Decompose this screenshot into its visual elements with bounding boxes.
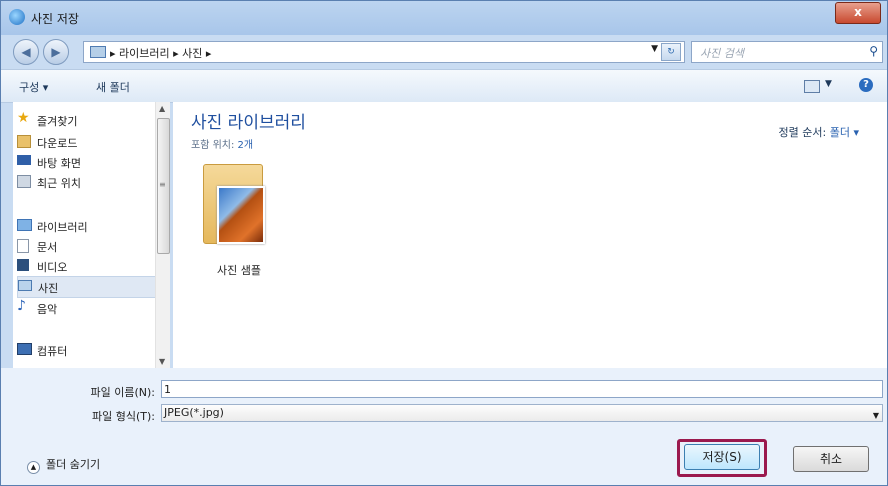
view-dropdown-icon[interactable]: ▼ (825, 79, 832, 89)
folder-item[interactable] (201, 158, 275, 250)
navigation-scrollbar[interactable]: ▲ ≡ ▼ (155, 102, 170, 368)
sidebar-item-libraries[interactable]: 라이브러리 (17, 216, 155, 236)
sidebar-item-label: 다운로드 (37, 137, 78, 150)
pictures-icon (18, 280, 32, 291)
ie-icon (9, 9, 25, 25)
save-button-highlight (677, 439, 767, 477)
view-options-icon[interactable] (804, 80, 820, 93)
scroll-up-icon[interactable]: ▲ (159, 104, 165, 113)
sidebar-item-label: 비디오 (37, 261, 68, 274)
save-form: 파일 이름(N): 1 파일 형식(T): JPEG(*.jpg) ▼ ▲ 폴더 … (1, 368, 887, 485)
toolbar: 구성 ▾ 새 폴더 ▼ ? (1, 69, 887, 103)
address-dropdown-icon[interactable]: ▼ (651, 44, 658, 54)
sidebar-item-music[interactable]: ♪ 음악 (17, 298, 155, 318)
library-icon (17, 219, 32, 231)
desktop-icon (17, 155, 31, 165)
music-icon: ♪ (17, 298, 26, 314)
sidebar-item-documents[interactable]: 문서 (17, 236, 155, 256)
sidebar-item-label: 음악 (37, 303, 58, 316)
new-folder-button[interactable]: 새 폴더 (96, 79, 130, 95)
collapse-icon: ▲ (27, 461, 40, 474)
sort-control: 정렬 순서: 폴더 ▾ (779, 124, 859, 140)
search-placeholder: 사진 검색 (700, 47, 744, 60)
sidebar-item-favorites[interactable]: ★ 즐겨찾기 (17, 110, 155, 130)
breadcrumb-pictures[interactable]: 사진 (182, 47, 202, 60)
search-icon[interactable]: ⚲ (869, 44, 878, 58)
folder-label[interactable]: 사진 샘플 (187, 262, 291, 278)
document-icon (17, 239, 29, 253)
address-bar[interactable]: ▸ 라이브러리 ▸ 사진 ▸ ▼ ↻ (83, 41, 685, 63)
filename-label: 파일 이름(N): (90, 386, 156, 399)
recent-places-icon (17, 175, 31, 188)
library-subtitle: 포함 위치: 2개 (191, 136, 253, 151)
cancel-button[interactable]: 취소 (793, 446, 869, 472)
sidebar-item-label: 바탕 화면 (37, 157, 81, 170)
window-title: 사진 저장 (31, 12, 79, 26)
back-arrow-icon: ◀ (21, 45, 31, 59)
sidebar-item-videos[interactable]: 비디오 (17, 256, 155, 276)
title-bar[interactable]: 사진 저장 x (1, 1, 887, 35)
sidebar-item-label: 즐겨찾기 (37, 115, 78, 128)
computer-icon (17, 343, 32, 355)
download-folder-icon (17, 135, 31, 148)
filetype-select[interactable]: JPEG(*.jpg) ▼ (161, 404, 883, 422)
video-icon (17, 259, 29, 271)
sort-label: 정렬 순서: (778, 126, 827, 139)
sidebar-item-desktop[interactable]: 바탕 화면 (17, 152, 155, 172)
help-icon[interactable]: ? (859, 78, 873, 92)
refresh-button[interactable]: ↻ (661, 43, 681, 61)
breadcrumb: ▸ 라이브러리 ▸ 사진 ▸ (110, 47, 212, 60)
search-input[interactable]: 사진 검색 ⚲ (691, 41, 883, 63)
hide-folders-label: 폴더 숨기기 (46, 458, 101, 471)
sort-dropdown[interactable]: 폴더 ▾ (830, 126, 859, 139)
navigation-bar: ◀ ▶ ▸ 라이브러리 ▸ 사진 ▸ ▼ ↻ 사진 검색 ⚲ (1, 35, 887, 67)
library-title: 사진 라이브러리 (191, 113, 306, 133)
file-list-pane: 사진 라이브러리 포함 위치: 2개 정렬 순서: 폴더 ▾ 사진 샘플 (173, 102, 887, 368)
chevron-down-icon: ▼ (872, 411, 879, 420)
sidebar-item-label: 컴퓨터 (37, 345, 68, 358)
scroll-down-icon[interactable]: ▼ (159, 357, 165, 366)
locations-link[interactable]: 2개 (238, 140, 254, 151)
folder-photo-thumbnail (217, 186, 265, 244)
sidebar-item-recent[interactable]: 최근 위치 (17, 172, 155, 192)
back-button[interactable]: ◀ (13, 39, 39, 65)
includes-label: 포함 위치: (191, 140, 235, 151)
scroll-grip-icon: ≡ (159, 180, 166, 189)
forward-arrow-icon: ▶ (51, 45, 61, 59)
filetype-label: 파일 형식(T): (92, 410, 155, 423)
save-picture-dialog: 사진 저장 x ◀ ▶ ▸ 라이브러리 ▸ 사진 ▸ ▼ ↻ 사진 검색 ⚲ 구… (0, 0, 888, 486)
sidebar-item-computer[interactable]: 컴퓨터 (17, 340, 155, 360)
close-button[interactable]: x (835, 2, 881, 24)
filename-input[interactable]: 1 (161, 380, 883, 398)
breadcrumb-libraries[interactable]: 라이브러리 (119, 47, 170, 60)
sidebar-item-label: 라이브러리 (37, 221, 88, 234)
sidebar-item-label: 최근 위치 (37, 177, 81, 190)
forward-button[interactable]: ▶ (43, 39, 69, 65)
filetype-value: JPEG(*.jpg) (164, 406, 224, 419)
sidebar-item-label: 사진 (38, 282, 59, 295)
sidebar-item-label: 문서 (37, 241, 58, 254)
sidebar-item-pictures[interactable]: 사진 (17, 276, 157, 298)
hide-folders-toggle[interactable]: ▲ 폴더 숨기기 (27, 456, 100, 474)
star-icon: ★ (17, 110, 30, 126)
library-icon (90, 46, 106, 58)
sidebar-item-downloads[interactable]: 다운로드 (17, 132, 155, 152)
navigation-pane: ★ 즐겨찾기 다운로드 바탕 화면 최근 위치 라이브러리 문서 비디오 사진 … (13, 102, 167, 368)
organize-button[interactable]: 구성 ▾ (19, 79, 48, 95)
